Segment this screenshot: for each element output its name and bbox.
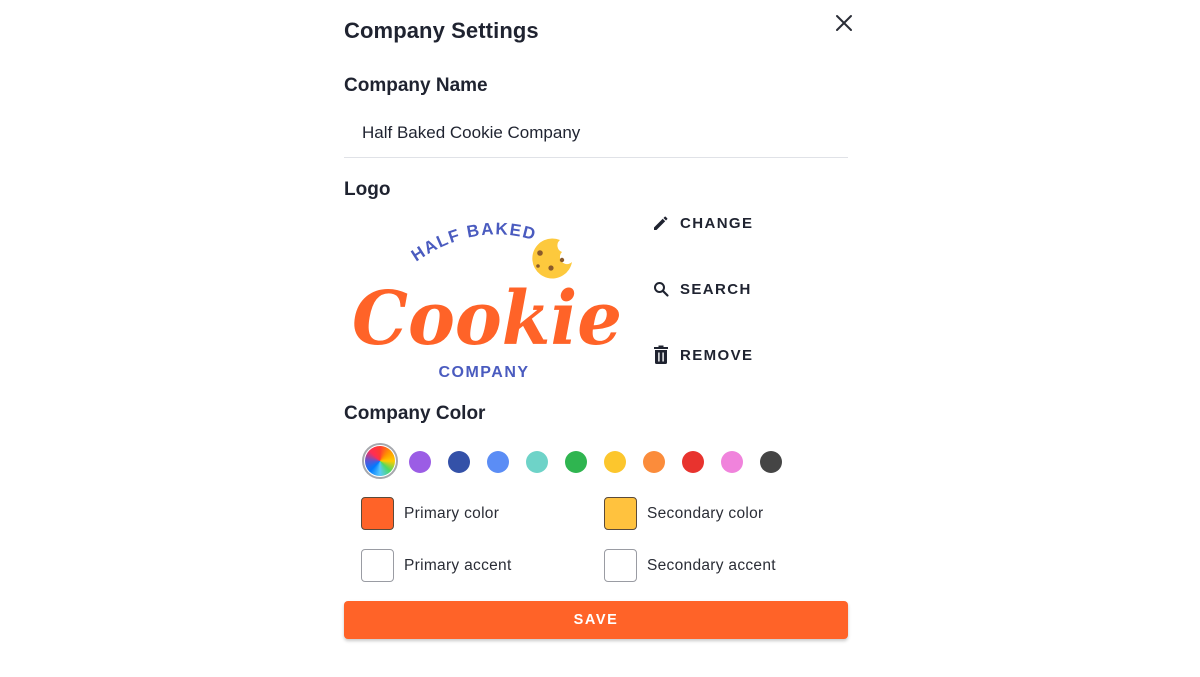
change-logo-label: CHANGE <box>680 214 754 232</box>
change-logo-button[interactable]: CHANGE <box>650 209 753 237</box>
swatch-teal[interactable] <box>526 451 548 473</box>
company-settings-dialog: Company Settings Company Name Logo HALF … <box>344 0 852 677</box>
swatch-red[interactable] <box>682 451 704 473</box>
company-logo-image: HALF BAKED Cookie COMPANY <box>348 219 628 384</box>
rainbow-color-icon <box>365 446 395 476</box>
secondary-color-picker[interactable]: Secondary color <box>604 497 764 530</box>
primary-color-picker[interactable]: Primary color <box>361 497 499 530</box>
swatch-green[interactable] <box>565 451 587 473</box>
close-button[interactable] <box>834 13 854 33</box>
swatch-purple[interactable] <box>409 451 431 473</box>
secondary-color-label: Secondary color <box>647 504 764 522</box>
swatch-blue[interactable] <box>487 451 509 473</box>
logo-main-text: Cookie <box>352 276 622 362</box>
search-logo-button[interactable]: SEARCH <box>650 275 752 303</box>
save-button[interactable]: SAVE <box>344 601 848 639</box>
secondary-accent-picker[interactable]: Secondary accent <box>604 549 776 582</box>
company-color-label: Company Color <box>344 403 486 424</box>
pencil-icon <box>650 212 672 234</box>
secondary-accent-label: Secondary accent <box>647 556 776 574</box>
dialog-title: Company Settings <box>344 18 539 43</box>
primary-accent-picker[interactable]: Primary accent <box>361 549 512 582</box>
primary-color-box[interactable] <box>361 497 394 530</box>
logo-label: Logo <box>344 179 391 200</box>
logo-bottom-text: COMPANY <box>438 364 529 381</box>
primary-accent-box[interactable] <box>361 549 394 582</box>
remove-logo-button[interactable]: REMOVE <box>650 341 753 369</box>
trash-icon <box>650 344 672 366</box>
swatch-orange[interactable] <box>643 451 665 473</box>
search-logo-label: SEARCH <box>680 280 752 298</box>
search-icon <box>650 278 672 300</box>
company-name-label: Company Name <box>344 75 488 96</box>
secondary-color-box[interactable] <box>604 497 637 530</box>
swatch-dark-gray[interactable] <box>760 451 782 473</box>
swatch-pink[interactable] <box>721 451 743 473</box>
primary-accent-label: Primary accent <box>404 556 512 574</box>
cookie-icon <box>532 238 572 279</box>
swatch-yellow[interactable] <box>604 451 626 473</box>
secondary-accent-box[interactable] <box>604 549 637 582</box>
primary-color-label: Primary color <box>404 504 500 522</box>
remove-logo-label: REMOVE <box>680 346 754 364</box>
company-name-input[interactable] <box>344 108 848 158</box>
logo-top-text: HALF BAKED <box>408 222 539 265</box>
swatch-navy[interactable] <box>448 451 470 473</box>
swatch-custom-rainbow[interactable] <box>362 443 398 479</box>
close-icon[interactable] <box>834 13 854 33</box>
